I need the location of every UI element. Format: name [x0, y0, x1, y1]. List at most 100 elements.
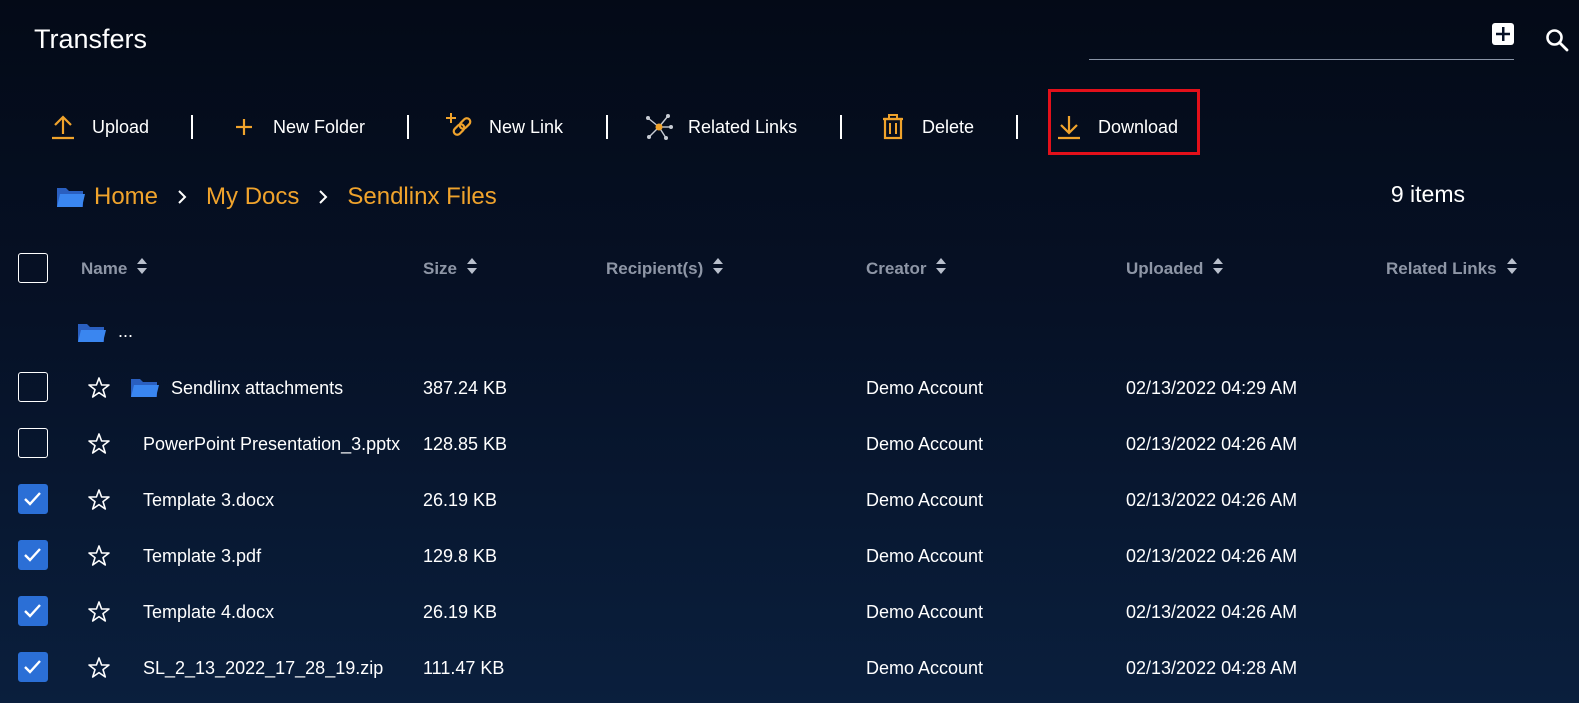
- network-icon: [644, 112, 674, 142]
- page-title: Transfers: [34, 24, 148, 54]
- new-folder-label: New Folder: [273, 116, 366, 137]
- new-link-label: New Link: [489, 116, 564, 137]
- column-label: Name: [81, 258, 128, 278]
- chevron-right-icon: [176, 189, 188, 205]
- column-label: Creator: [866, 258, 927, 278]
- parent-folder-label: ...: [118, 321, 134, 341]
- file-creator: Demo Account: [866, 378, 984, 398]
- parent-folder-row[interactable]: ...: [0, 308, 1579, 364]
- table-row[interactable]: SL_2_13_2022_17_28_19.zip 111.47 KB Demo…: [0, 641, 1579, 697]
- related-links-button[interactable]: Related Links: [644, 100, 797, 154]
- table-row[interactable]: Sendlinx attachments 387.24 KB Demo Acco…: [0, 361, 1579, 417]
- check-icon: [24, 492, 41, 506]
- breadcrumb: Home My Docs Sendlinx Files: [56, 180, 497, 214]
- search-input[interactable]: [1089, 59, 1514, 60]
- transfers-page: Transfers Upload New Folder New Link Rel…: [0, 0, 1579, 703]
- file-uploaded: 02/13/2022 04:26 AM: [1126, 434, 1298, 454]
- upload-button[interactable]: Upload: [48, 100, 149, 154]
- delete-button[interactable]: Delete: [878, 100, 974, 154]
- star-icon[interactable]: [87, 656, 111, 680]
- search-icon[interactable]: [1545, 28, 1569, 52]
- toolbar-divider: [1016, 115, 1018, 139]
- file-creator: Demo Account: [866, 434, 984, 454]
- folder-icon: [130, 377, 160, 399]
- table-row[interactable]: PowerPoint Presentation_3.pptx 128.85 KB…: [0, 417, 1579, 473]
- trash-icon: [878, 112, 908, 142]
- column-header-size[interactable]: Size: [423, 257, 478, 280]
- column-header-uploaded[interactable]: Uploaded: [1126, 257, 1224, 280]
- download-highlight-box: [1048, 89, 1200, 155]
- column-header-creator[interactable]: Creator: [866, 257, 947, 280]
- file-uploaded: 02/13/2022 04:28 AM: [1126, 658, 1298, 678]
- file-uploaded: 02/13/2022 04:26 AM: [1126, 490, 1298, 510]
- sort-icon: [936, 257, 947, 280]
- table-header: Name Size Recipient(s) Creator Uploaded …: [0, 248, 1579, 288]
- new-folder-button[interactable]: New Folder: [229, 100, 365, 154]
- star-icon[interactable]: [87, 544, 111, 568]
- sort-icon: [713, 257, 724, 280]
- toolbar-divider: [840, 115, 842, 139]
- file-size: 26.19 KB: [423, 490, 498, 510]
- file-name[interactable]: Template 4.docx: [143, 602, 274, 623]
- column-label: Recipient(s): [606, 258, 704, 278]
- row-checkbox[interactable]: [18, 372, 48, 402]
- toolbar-divider: [191, 115, 193, 139]
- add-icon[interactable]: [1492, 23, 1514, 45]
- table-row[interactable]: Template 3.docx 26.19 KB Demo Account 02…: [0, 473, 1579, 529]
- breadcrumb-my-docs[interactable]: My Docs: [206, 183, 299, 211]
- sort-icon: [137, 257, 148, 280]
- file-name[interactable]: Sendlinx attachments: [171, 378, 343, 399]
- check-icon: [24, 660, 41, 674]
- file-name[interactable]: Template 3.docx: [143, 490, 274, 511]
- add-link-icon: [445, 112, 475, 142]
- check-icon: [24, 604, 41, 618]
- star-icon[interactable]: [87, 488, 111, 512]
- new-link-button[interactable]: New Link: [445, 100, 563, 154]
- file-size: 128.85 KB: [423, 434, 508, 454]
- folder-icon: [77, 322, 107, 344]
- file-creator: Demo Account: [866, 658, 984, 678]
- folder-icon: [56, 185, 86, 209]
- star-icon[interactable]: [87, 600, 111, 624]
- file-size: 387.24 KB: [423, 378, 508, 398]
- toolbar: Upload New Folder New Link Related Links…: [0, 100, 1579, 154]
- star-icon[interactable]: [87, 432, 111, 456]
- table-row[interactable]: Template 4.docx 26.19 KB Demo Account 02…: [0, 585, 1579, 641]
- file-size: 129.8 KB: [423, 546, 498, 566]
- row-checkbox[interactable]: [18, 540, 48, 570]
- row-checkbox[interactable]: [18, 484, 48, 514]
- check-icon: [24, 548, 41, 562]
- file-size: 111.47 KB: [423, 658, 505, 678]
- row-checkbox[interactable]: [18, 428, 48, 458]
- sort-icon: [1213, 257, 1224, 280]
- file-name[interactable]: PowerPoint Presentation_3.pptx: [143, 434, 400, 455]
- file-uploaded: 02/13/2022 04:29 AM: [1126, 378, 1298, 398]
- star-icon[interactable]: [87, 376, 111, 400]
- item-count: 9 items: [1390, 181, 1465, 207]
- row-checkbox[interactable]: [18, 652, 48, 682]
- toolbar-divider: [606, 115, 608, 139]
- breadcrumb-home[interactable]: Home: [94, 183, 158, 211]
- chevron-right-icon: [317, 189, 329, 205]
- table-row[interactable]: Template 3.pdf 129.8 KB Demo Account 02/…: [0, 529, 1579, 585]
- sort-icon: [467, 257, 478, 280]
- toolbar-divider: [407, 115, 409, 139]
- upload-label: Upload: [92, 116, 150, 137]
- file-size: 26.19 KB: [423, 602, 498, 622]
- column-header-recipients[interactable]: Recipient(s): [606, 257, 724, 280]
- column-header-related-links[interactable]: Related Links: [1386, 257, 1517, 280]
- file-creator: Demo Account: [866, 490, 984, 510]
- file-name[interactable]: Template 3.pdf: [143, 546, 261, 567]
- upload-icon: [48, 112, 78, 142]
- file-uploaded: 02/13/2022 04:26 AM: [1126, 602, 1298, 622]
- row-checkbox[interactable]: [18, 596, 48, 626]
- column-label: Related Links: [1386, 258, 1497, 278]
- breadcrumb-sendlinx-files[interactable]: Sendlinx Files: [347, 183, 496, 211]
- plus-icon: [229, 112, 259, 142]
- column-header-name[interactable]: Name: [81, 257, 148, 280]
- file-creator: Demo Account: [866, 602, 984, 622]
- select-all-checkbox[interactable]: [18, 253, 48, 283]
- column-label: Size: [423, 258, 458, 278]
- file-name[interactable]: SL_2_13_2022_17_28_19.zip: [143, 658, 383, 679]
- file-uploaded: 02/13/2022 04:26 AM: [1126, 546, 1298, 566]
